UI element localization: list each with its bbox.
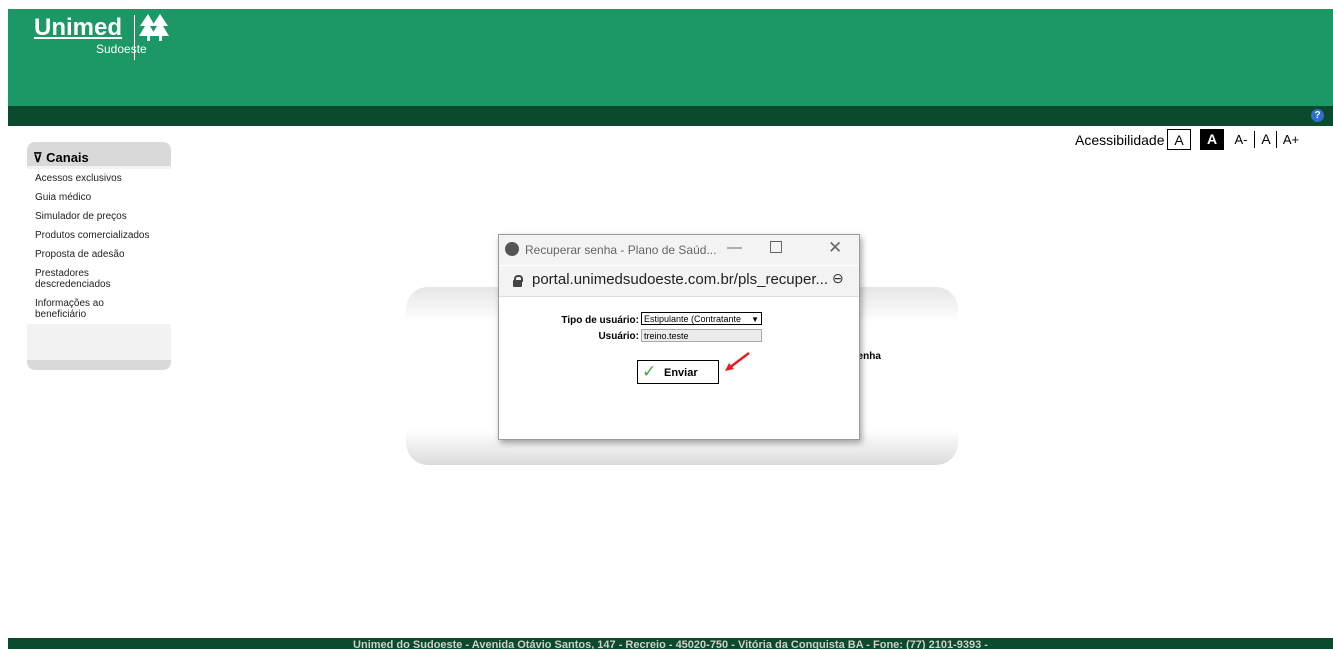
minimize-button[interactable]: — [727, 239, 742, 256]
font-larger-button[interactable]: A+ [1280, 129, 1302, 150]
popup-url[interactable]: portal.unimedsudoeste.com.br/pls_recuper… [532, 271, 828, 288]
sidebar-item-produtos-comercializados[interactable]: Produtos comercializados [27, 226, 171, 245]
close-button[interactable]: ✕ [828, 238, 842, 258]
separator [1254, 131, 1255, 148]
accessibility-label: Acessibilidade [1075, 132, 1165, 148]
separator [1276, 131, 1277, 148]
tipo-usuario-value: Estipulante (Contratante [644, 314, 742, 324]
popup-title: Recuperar senha - Plano de Saúd... [525, 243, 717, 257]
popup-url-bar: portal.unimedsudoeste.com.br/pls_recuper… [499, 266, 859, 297]
sidebar-footer [27, 360, 171, 370]
globe-icon [505, 242, 519, 256]
tipo-usuario-select[interactable]: Estipulante (Contratante ▼ [641, 312, 762, 325]
enviar-button[interactable]: ✓ Enviar [637, 360, 719, 384]
sidebar-item-prestadores-descredenciados[interactable]: Prestadores descredenciados [27, 264, 133, 294]
unimed-tree-logo-icon [139, 14, 169, 41]
lock-icon [513, 280, 522, 287]
high-contrast-button[interactable]: A [1200, 129, 1224, 150]
help-icon[interactable]: ? [1311, 109, 1324, 122]
footer: Unimed do Sudoeste - Avenida Otávio Sant… [8, 638, 1333, 649]
header-banner [8, 9, 1333, 106]
sidebar-item-acessos-exclusivos[interactable]: Acessos exclusivos [27, 169, 171, 188]
sidebar-header: ⊽ Canais [27, 142, 171, 166]
footer-address: Unimed do Sudoeste - Avenida Otávio Sant… [353, 639, 988, 649]
maximize-button[interactable] [770, 241, 782, 253]
logo-region: Sudoeste [96, 42, 147, 56]
check-icon: ✓ [642, 362, 657, 381]
filter-icon: ⊽ [33, 150, 47, 165]
sidebar-item-guia-medico[interactable]: Guia médico [27, 188, 171, 207]
usuario-label: Usuário: [598, 331, 639, 342]
sidebar-item-proposta-adesao[interactable]: Proposta de adesão [27, 245, 171, 264]
font-normal-button[interactable]: A [1167, 129, 1191, 150]
sidebar-list: Acessos exclusivos Guia médico Simulador… [27, 169, 171, 324]
tipo-usuario-label: Tipo de usuário: [561, 315, 639, 326]
enviar-label: Enviar [664, 367, 698, 379]
zoom-icon[interactable]: ⊖ [832, 270, 844, 287]
sidebar-title-text: Canais [46, 150, 89, 165]
logo-text[interactable]: Unimed [34, 14, 122, 42]
font-default-button[interactable]: A [1259, 129, 1273, 150]
channels-sidebar: ⊽ Canais Acessos exclusivos Guia médico … [27, 142, 171, 370]
popup-titlebar[interactable]: Recuperar senha - Plano de Saúd... — ✕ [499, 235, 859, 265]
chevron-down-icon: ▼ [751, 315, 759, 324]
recover-password-popup: Recuperar senha - Plano de Saúd... — ✕ p… [498, 234, 860, 440]
red-arrow-annotation [725, 352, 750, 371]
header-strip [8, 106, 1333, 126]
sidebar-item-simulador-precos[interactable]: Simulador de preços [27, 207, 171, 226]
sidebar-item-informacoes-beneficiario[interactable]: Informações ao beneficiário [27, 294, 133, 324]
sidebar-title: ⊽ Canais [33, 150, 89, 166]
usuario-input[interactable]: treino.teste [641, 329, 762, 342]
font-smaller-button[interactable]: A- [1231, 129, 1251, 150]
